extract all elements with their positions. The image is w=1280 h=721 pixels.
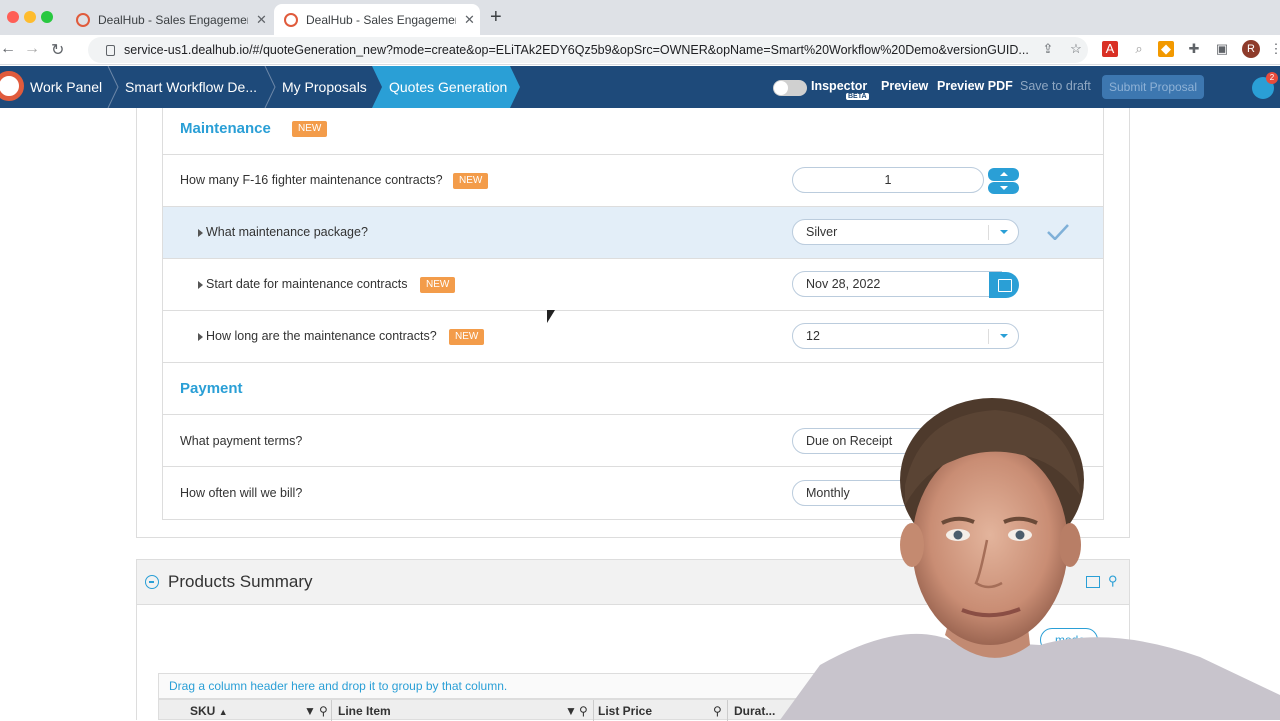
bookmark-star-icon[interactable]: ☆	[1068, 41, 1084, 57]
filter-icon[interactable]: ▼	[565, 704, 577, 718]
chevron-down-icon[interactable]	[1000, 230, 1008, 234]
profile-avatar[interactable]: R	[1242, 40, 1260, 58]
pin-column-icon[interactable]: ⚲	[319, 704, 328, 718]
expand-caret-icon[interactable]	[198, 333, 203, 341]
close-tab-icon[interactable]: ✕	[256, 12, 267, 28]
forward-icon[interactable]: →	[24, 40, 40, 58]
column-divider[interactable]	[331, 700, 332, 721]
column-header-sku[interactable]: SKU ▲	[190, 704, 228, 718]
breadcrumb-separator-icon	[264, 66, 276, 108]
expand-caret-icon[interactable]	[198, 281, 203, 289]
reload-icon[interactable]: ↻	[51, 40, 64, 60]
extension-icon[interactable]: ◆	[1158, 41, 1174, 57]
dealhub-favicon-icon	[76, 12, 90, 27]
question-label: What maintenance package?	[206, 225, 368, 239]
back-icon[interactable]: ←	[0, 40, 16, 58]
new-badge: NEW	[453, 173, 489, 189]
question-label: How many F-16 fighter maintenance contra…	[180, 173, 443, 187]
quantity-stepper[interactable]	[988, 168, 1019, 194]
close-window-button[interactable]	[7, 11, 19, 23]
collapse-icon[interactable]	[145, 575, 159, 589]
filter-icon[interactable]: ▼	[304, 704, 316, 718]
maintenance-section-title: Maintenance	[180, 120, 271, 137]
mouse-cursor	[547, 310, 555, 323]
contract-length-select[interactable]: 12	[792, 323, 1019, 349]
column-divider[interactable]	[593, 700, 594, 721]
breadcrumb-label: My Proposals	[282, 79, 367, 95]
breadcrumb-label: Quotes Generation	[389, 79, 508, 95]
select-divider	[988, 225, 989, 240]
stepper-down-icon[interactable]	[988, 181, 1019, 194]
chevron-down-icon[interactable]	[1000, 334, 1008, 338]
column-label: SKU	[190, 704, 216, 718]
inspector-toggle[interactable]	[773, 80, 807, 96]
select-value: 12	[806, 329, 820, 343]
column-header-list-price[interactable]: List Price	[598, 704, 652, 718]
breadcrumb-quotes-generation[interactable]: Quotes Generation	[389, 66, 507, 108]
question-label: How long are the maintenance contracts?	[206, 329, 437, 343]
browser-tab-2[interactable]: DealHub - Sales Engagement P ✕	[274, 4, 480, 35]
question-label: What payment terms?	[180, 434, 303, 448]
pin-column-icon[interactable]: ⚲	[713, 704, 722, 718]
select-value: Silver	[806, 225, 838, 239]
breadcrumb-smart-workflow[interactable]: Smart Workflow De...	[125, 66, 257, 108]
sort-asc-icon[interactable]: ▲	[219, 707, 228, 717]
search-extension-icon[interactable]: ⌕	[1131, 41, 1147, 57]
new-badge: NEW	[420, 277, 456, 293]
pdf-extension-icon[interactable]: A	[1102, 41, 1118, 57]
beta-badge: BETA	[846, 93, 869, 100]
column-divider[interactable]	[727, 700, 728, 721]
calendar-icon[interactable]	[989, 272, 1019, 298]
maximize-window-button[interactable]	[41, 11, 53, 23]
products-summary-title: Products Summary	[168, 572, 313, 591]
breadcrumb-my-proposals[interactable]: My Proposals	[282, 66, 367, 108]
dealhub-favicon-icon	[284, 12, 298, 27]
save-draft-button[interactable]: Save to draft	[1020, 79, 1091, 93]
payment-section-title: Payment	[180, 380, 243, 397]
breadcrumb-label: Smart Workflow De...	[125, 79, 257, 95]
submit-proposal-button[interactable]: Submit Proposal	[1102, 75, 1204, 99]
column-header-line-item[interactable]: Line Item	[338, 704, 391, 718]
share-icon[interactable]: ⇪	[1040, 41, 1056, 57]
menu-icon[interactable]: ⋮	[1268, 41, 1280, 57]
stepper-up-icon[interactable]	[988, 168, 1019, 181]
close-tab-icon[interactable]: ✕	[464, 12, 475, 28]
sidebar-icon[interactable]: ▣	[1214, 41, 1230, 57]
preview-pdf-button[interactable]: Preview PDF	[937, 79, 1013, 93]
breadcrumb-separator-icon	[107, 66, 119, 108]
lock-icon	[106, 44, 115, 56]
notification-badge: 2	[1266, 72, 1278, 84]
inspector-label[interactable]: Inspector	[811, 79, 867, 93]
contracts-quantity-input[interactable]: 1	[792, 167, 984, 193]
browser-tab-bar: DealHub - Sales Engagement P ✕ DealHub -…	[0, 0, 1280, 35]
expand-caret-icon[interactable]	[198, 229, 203, 237]
new-badge: NEW	[292, 121, 328, 137]
question-label: Start date for maintenance contracts	[206, 277, 408, 291]
pin-column-icon[interactable]: ⚲	[579, 704, 588, 718]
url-text: service-us1.dealhub.io/#/quoteGeneration…	[124, 43, 1029, 57]
puzzle-extensions-icon[interactable]: ✚	[1186, 41, 1202, 57]
maintenance-package-select[interactable]: Silver	[792, 219, 1019, 245]
browser-tab-title: DealHub - Sales Engagement P	[98, 12, 248, 27]
presenter-webcam-overlay	[780, 398, 1280, 720]
url-field[interactable]: service-us1.dealhub.io/#/quoteGeneration…	[88, 37, 1088, 63]
breadcrumb-label: Work Panel	[30, 79, 103, 95]
preview-button[interactable]: Preview	[881, 79, 928, 93]
browser-tab-title: DealHub - Sales Engagement P	[306, 12, 456, 27]
new-tab-button[interactable]: +	[490, 6, 502, 29]
checkmark-icon	[1047, 224, 1069, 240]
select-divider	[988, 329, 989, 344]
start-date-input[interactable]: Nov 28, 2022	[792, 271, 1002, 297]
address-bar: ← → ↻ service-us1.dealhub.io/#/quoteGene…	[0, 35, 1280, 65]
breadcrumb-work-panel[interactable]: Work Panel	[30, 66, 102, 108]
minimize-window-button[interactable]	[24, 11, 36, 23]
new-badge: NEW	[449, 329, 485, 345]
question-label: How often will we bill?	[180, 486, 303, 500]
browser-tab-1[interactable]: DealHub - Sales Engagement P ✕	[66, 4, 272, 35]
column-header-duration[interactable]: Durat...	[734, 704, 775, 718]
